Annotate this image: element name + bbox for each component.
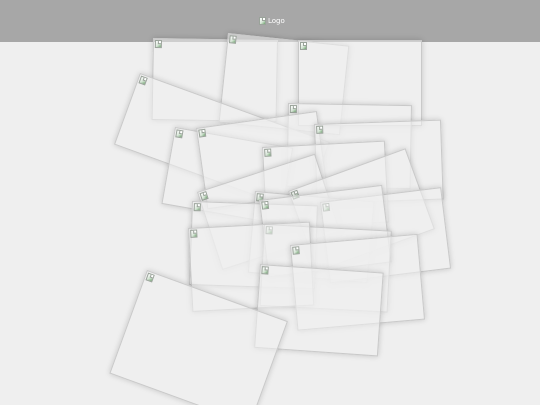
broken-image-icon	[145, 272, 155, 283]
broken-image-icon	[228, 35, 237, 44]
card-stack	[0, 0, 540, 405]
broken-image-icon	[261, 266, 269, 275]
broken-image-icon	[300, 42, 307, 50]
broken-image-icon	[138, 75, 148, 86]
logo[interactable]: Logo	[259, 16, 285, 26]
broken-image-icon	[193, 203, 201, 212]
broken-image-icon	[292, 246, 300, 255]
broken-image-icon	[261, 200, 270, 210]
broken-image-icon	[199, 191, 209, 201]
broken-image-icon	[198, 128, 207, 138]
broken-image-icon	[289, 105, 297, 114]
broken-image-icon	[259, 17, 266, 25]
broken-image-icon	[264, 148, 272, 157]
broken-image-icon	[154, 40, 162, 49]
broken-image-icon	[316, 125, 324, 134]
logo-alt-text: Logo	[268, 17, 285, 25]
app-window: Logo	[0, 0, 540, 405]
broken-image-icon	[190, 229, 198, 238]
top-bar: Logo	[0, 0, 540, 42]
broken-image-icon	[175, 129, 184, 139]
